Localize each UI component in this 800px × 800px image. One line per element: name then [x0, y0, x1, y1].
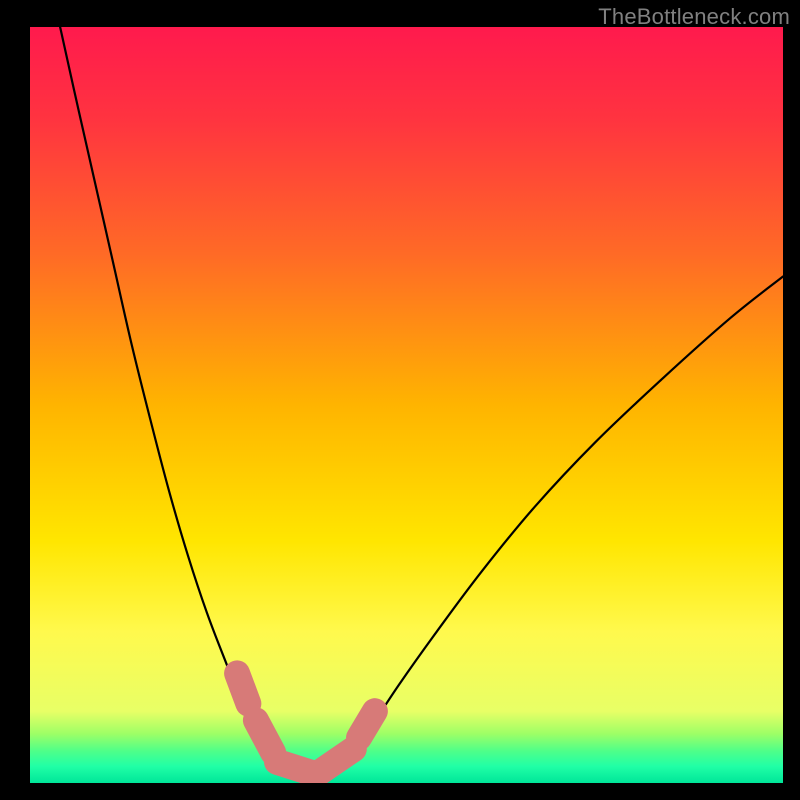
chart-frame: TheBottleneck.com	[0, 0, 800, 800]
marker-blob	[359, 711, 375, 737]
plot-area	[30, 27, 783, 783]
plot-svg	[30, 27, 783, 783]
marker-blob	[256, 720, 273, 753]
marker-blob	[237, 673, 248, 703]
watermark-text: TheBottleneck.com	[598, 4, 790, 30]
gradient-background	[30, 27, 783, 783]
